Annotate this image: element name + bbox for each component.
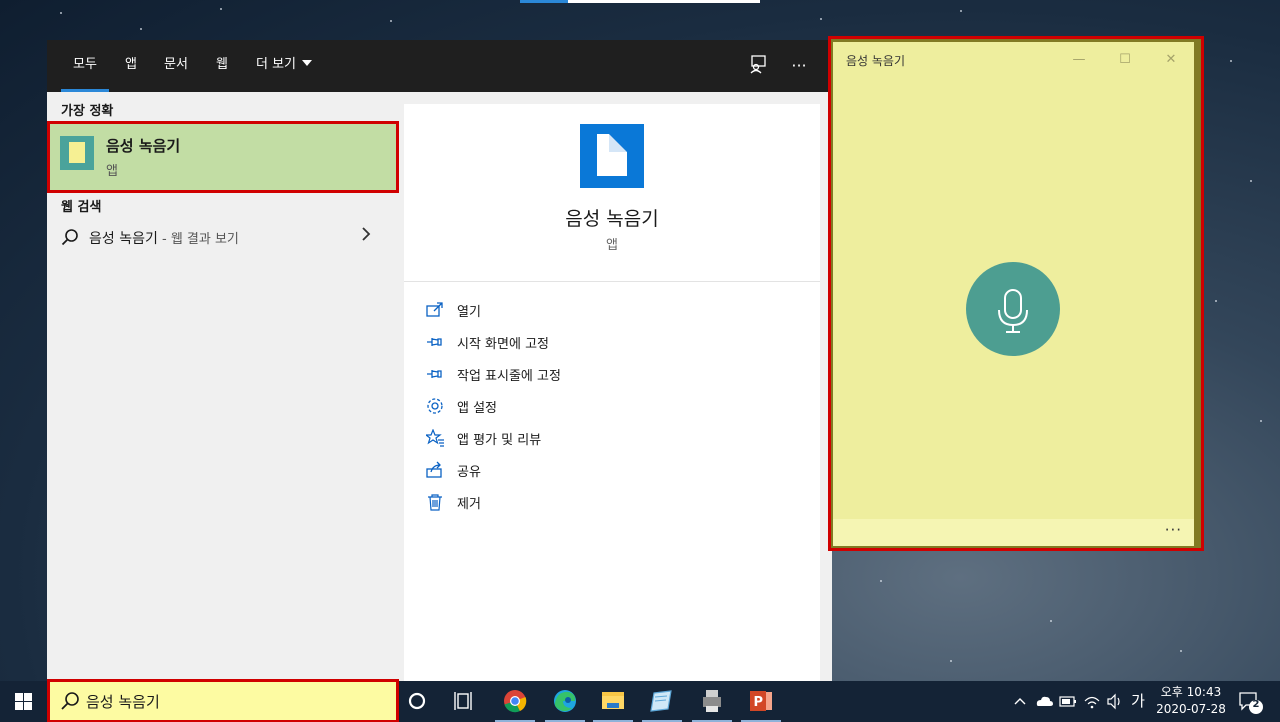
- ime-indicator[interactable]: 가: [1128, 681, 1148, 722]
- close-button[interactable]: ✕: [1156, 48, 1186, 72]
- open-icon: [426, 302, 443, 317]
- windows-logo-icon: [15, 693, 32, 710]
- taskbar-search-box[interactable]: [47, 679, 399, 722]
- more-options-button[interactable]: ···: [1165, 521, 1182, 539]
- maximize-button[interactable]: ☐: [1110, 48, 1140, 72]
- voice-recorder-body: 음성 녹음기 — ☐ ✕ ···: [833, 42, 1194, 546]
- action-app-settings[interactable]: 앱 설정: [426, 392, 806, 420]
- minimize-button[interactable]: —: [1064, 48, 1094, 72]
- trash-icon: [428, 494, 442, 511]
- chevron-right-icon[interactable]: [361, 226, 371, 246]
- chevron-down-icon: [302, 60, 313, 66]
- edge-icon[interactable]: [541, 681, 589, 722]
- feedback-icon[interactable]: [746, 54, 770, 78]
- search-icon: [61, 229, 78, 246]
- action-label: 시작 화면에 고정: [457, 337, 549, 352]
- clock-date: 2020-07-28: [1156, 702, 1226, 716]
- action-label: 열기: [457, 305, 481, 320]
- taskbar: P 가 오후 10:43 2020-07-28 2: [0, 679, 1280, 722]
- divider: [404, 281, 820, 282]
- svg-text:P: P: [754, 695, 764, 710]
- action-center-button[interactable]: 2: [1236, 681, 1266, 722]
- printer-icon[interactable]: [688, 681, 736, 722]
- tab-more[interactable]: 더 보기: [256, 40, 313, 92]
- battery-icon[interactable]: [1057, 681, 1079, 722]
- action-label: 공유: [457, 465, 481, 480]
- action-label: 제거: [457, 497, 481, 512]
- wifi-icon[interactable]: [1081, 681, 1103, 722]
- web-search-label: 웹 검색: [61, 200, 102, 215]
- web-result-query: 음성 녹음기: [89, 231, 158, 247]
- tab-apps[interactable]: 앱: [125, 40, 137, 92]
- voice-recorder-window: 음성 녹음기 — ☐ ✕ ···: [828, 36, 1204, 551]
- voice-recorder-app-icon: [60, 136, 94, 170]
- best-match-subtitle: 앱: [106, 164, 118, 179]
- best-match-item[interactable]: 음성 녹음기 앱: [47, 121, 399, 193]
- star-rate-icon: [426, 429, 444, 447]
- voice-recorder-large-icon: [580, 124, 644, 188]
- best-match-title: 음성 녹음기: [106, 137, 181, 155]
- onedrive-icon[interactable]: [1033, 681, 1055, 722]
- share-icon: [426, 461, 442, 478]
- action-pin-taskbar[interactable]: 작업 표시줄에 고정: [426, 360, 806, 388]
- action-label: 작업 표시줄에 고정: [457, 369, 561, 384]
- detail-pane: 음성 녹음기 앱 열기 시작 화면에 고정 작업 표시줄에 고정 앱 설정 앱 …: [404, 104, 820, 681]
- show-hidden-icons-button[interactable]: [1010, 681, 1030, 722]
- ellipsis-icon[interactable]: ···: [787, 54, 811, 78]
- clock-time: 오후 10:43: [1160, 685, 1222, 699]
- search-panel: 모두 앱 문서 웹 더 보기 ··· 가장 정확 음성 녹음기 앱 웹 검색 음…: [47, 40, 832, 681]
- search-header: 모두 앱 문서 웹 더 보기 ···: [47, 40, 832, 92]
- task-view-icon[interactable]: [441, 681, 489, 722]
- microphone-icon: [998, 289, 1028, 333]
- web-result-item[interactable]: 음성 녹음기 - 웹 결과 보기: [47, 222, 397, 254]
- tab-web[interactable]: 웹: [216, 40, 228, 92]
- action-rate-review[interactable]: 앱 평가 및 리뷰: [426, 424, 806, 452]
- volume-icon[interactable]: [1104, 681, 1126, 722]
- detail-subtitle: 앱: [606, 238, 618, 253]
- action-label: 앱 평가 및 리뷰: [457, 433, 542, 448]
- action-share[interactable]: 공유: [426, 456, 806, 484]
- pin-icon: [427, 370, 442, 378]
- window-top-strip-accent: [520, 0, 568, 3]
- pin-icon: [427, 338, 442, 346]
- tab-documents[interactable]: 문서: [164, 40, 188, 92]
- best-match-label: 가장 정확: [61, 104, 114, 119]
- chevron-up-icon: [1014, 698, 1026, 705]
- start-button[interactable]: [0, 681, 47, 722]
- chrome-icon[interactable]: [491, 681, 539, 722]
- notepad-icon[interactable]: [638, 681, 686, 722]
- action-pin-start[interactable]: 시작 화면에 고정: [426, 328, 806, 356]
- action-uninstall[interactable]: 제거: [426, 488, 806, 516]
- command-bar: ···: [833, 519, 1194, 546]
- tab-all[interactable]: 모두: [61, 40, 109, 92]
- gear-icon: [427, 398, 443, 414]
- cortana-icon[interactable]: [393, 681, 441, 722]
- web-result-suffix: - 웹 결과 보기: [157, 232, 239, 247]
- file-explorer-icon[interactable]: [589, 681, 637, 722]
- action-open[interactable]: 열기: [426, 296, 806, 324]
- clock[interactable]: 오후 10:43 2020-07-28: [1148, 684, 1234, 718]
- notification-icon: [1239, 692, 1263, 714]
- powerpoint-icon[interactable]: P: [737, 681, 785, 722]
- search-input[interactable]: [86, 686, 386, 716]
- window-title: 음성 녹음기: [846, 54, 906, 68]
- action-label: 앱 설정: [457, 401, 498, 416]
- notification-count: 2: [1252, 699, 1260, 710]
- detail-title: 음성 녹음기: [565, 208, 659, 230]
- tab-more-label: 더 보기: [256, 57, 297, 72]
- record-button[interactable]: [966, 262, 1060, 356]
- search-icon: [61, 692, 79, 710]
